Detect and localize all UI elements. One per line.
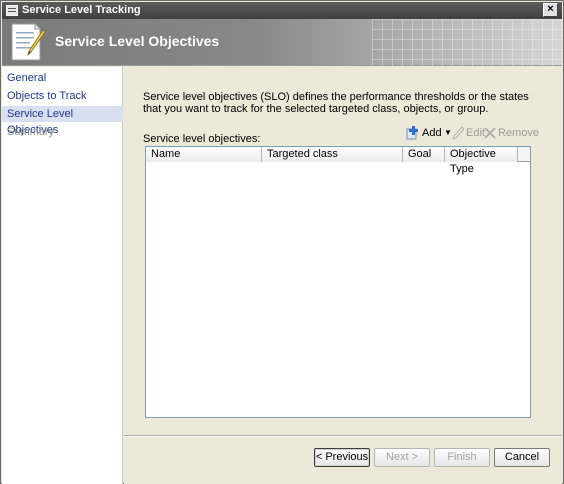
sidebar-item-summary: Summary bbox=[7, 126, 55, 138]
list-header: Name Targeted class Goal Objective Type bbox=[146, 147, 530, 175]
close-icon: × bbox=[547, 3, 554, 15]
page-description: Service level objectives (SLO) defines t… bbox=[143, 91, 529, 115]
cancel-button[interactable]: Cancel bbox=[494, 448, 550, 467]
wizard-header: Service Level Objectives bbox=[2, 19, 562, 66]
remove-label: Remove bbox=[498, 127, 539, 139]
finish-button[interactable]: Finish bbox=[434, 448, 490, 467]
next-button[interactable]: Next > bbox=[374, 448, 430, 467]
pencil-icon bbox=[452, 126, 464, 140]
notepad-pen-icon bbox=[11, 23, 46, 61]
wizard-sidebar: General Objects to Track Service Level O… bbox=[2, 67, 123, 484]
title-bar[interactable]: Service Level Tracking × bbox=[2, 2, 562, 19]
app-icon bbox=[6, 5, 18, 16]
column-header-targeted-class[interactable]: Targeted class bbox=[262, 147, 403, 162]
edit-label: Edit bbox=[466, 127, 485, 139]
list-label: Service level objectives: bbox=[143, 133, 261, 145]
list-toolbar: Add ▼ Edit Remove bbox=[406, 125, 539, 141]
remove-x-icon bbox=[484, 127, 496, 139]
sidebar-item-objects-to-track[interactable]: Objects to Track bbox=[2, 88, 123, 104]
add-plus-icon bbox=[406, 126, 418, 140]
sidebar-item-service-level-objectives[interactable]: Service Level Objectives bbox=[2, 106, 123, 136]
add-button[interactable]: Add ▼ bbox=[406, 125, 452, 141]
objectives-list[interactable]: Name Targeted class Goal Objective Type bbox=[145, 146, 531, 418]
wizard-window: Service Level Tracking × Service Level O… bbox=[0, 0, 564, 484]
close-button[interactable]: × bbox=[543, 3, 558, 17]
column-header-name[interactable]: Name bbox=[146, 147, 262, 162]
edit-button[interactable]: Edit bbox=[452, 125, 485, 141]
wizard-content: Service level objectives (SLO) defines t… bbox=[124, 67, 562, 484]
window-title: Service Level Tracking bbox=[22, 4, 141, 16]
sidebar-item-general[interactable]: General bbox=[2, 70, 123, 86]
page-title: Service Level Objectives bbox=[55, 33, 220, 49]
column-header-objective-type[interactable]: Objective Type bbox=[445, 147, 518, 175]
previous-button[interactable]: < Previous bbox=[314, 448, 370, 467]
remove-button[interactable]: Remove bbox=[484, 125, 539, 141]
add-label: Add bbox=[422, 127, 442, 139]
header-grid-decoration bbox=[372, 19, 562, 66]
column-header-goal[interactable]: Goal bbox=[403, 147, 445, 162]
footer-divider bbox=[124, 435, 562, 437]
dropdown-arrow-icon[interactable]: ▼ bbox=[444, 125, 452, 141]
